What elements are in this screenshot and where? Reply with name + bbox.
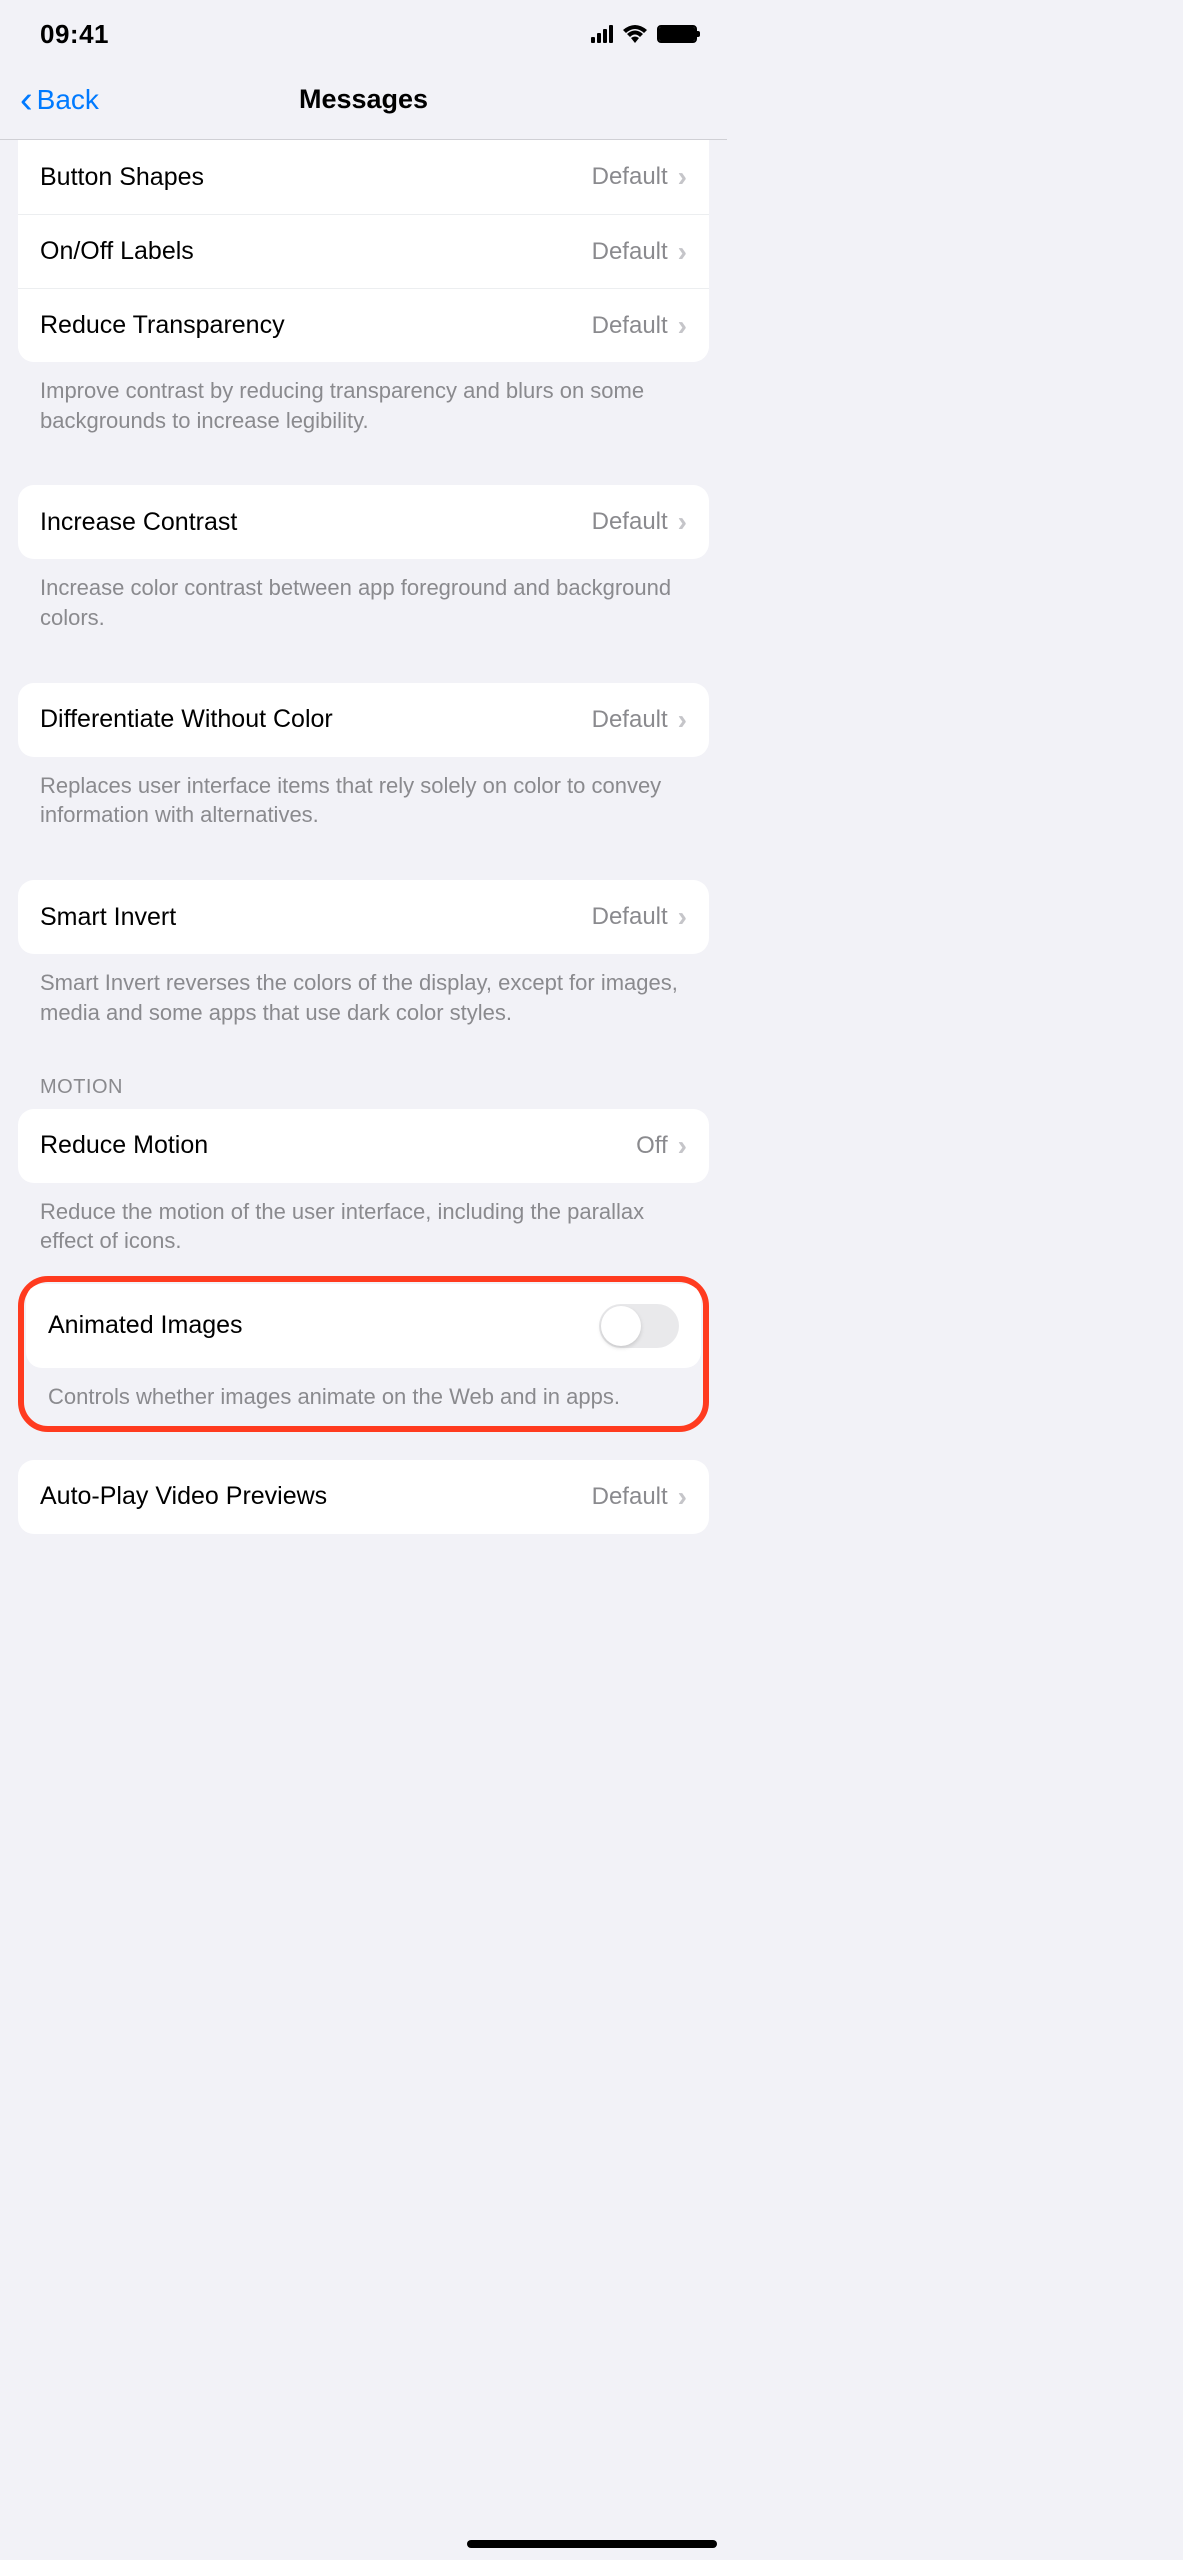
row-label: Smart Invert	[40, 903, 592, 932]
status-time: 09:41	[40, 19, 109, 50]
motion-header: MOTION	[18, 1032, 709, 1109]
home-indicator[interactable]	[467, 2540, 717, 2548]
chevron-right-icon: ›	[678, 161, 687, 193]
row-label: Button Shapes	[40, 163, 592, 192]
row-value: Default	[592, 1483, 668, 1511]
row-value: Off	[636, 1132, 668, 1160]
signal-icon	[591, 25, 613, 43]
status-icons	[591, 25, 697, 43]
chevron-right-icon: ›	[678, 1481, 687, 1513]
chevron-right-icon: ›	[678, 704, 687, 736]
status-bar: 09:41	[0, 0, 727, 60]
row-reduce-transparency[interactable]: Reduce Transparency Default ›	[18, 288, 709, 362]
row-label: Auto-Play Video Previews	[40, 1482, 592, 1511]
row-animated-images[interactable]: Animated Images	[26, 1284, 701, 1368]
differentiate-group: Differentiate Without Color Default ›	[18, 683, 709, 757]
row-value: Default	[592, 312, 668, 340]
row-value: Default	[592, 508, 668, 536]
page-title: Messages	[299, 84, 428, 115]
row-value: Default	[592, 903, 668, 931]
invert-group: Smart Invert Default ›	[18, 880, 709, 954]
autoplay-group: Auto-Play Video Previews Default ›	[18, 1460, 709, 1534]
row-reduce-motion[interactable]: Reduce Motion Off ›	[18, 1109, 709, 1183]
row-autoplay-video[interactable]: Auto-Play Video Previews Default ›	[18, 1460, 709, 1534]
highlight-annotation: Animated Images Controls whether images …	[18, 1276, 709, 1432]
group-footer: Increase color contrast between app fore…	[18, 559, 709, 636]
chevron-right-icon: ›	[678, 1130, 687, 1162]
group-footer: Improve contrast by reducing transparenc…	[18, 362, 709, 439]
chevron-right-icon: ›	[678, 506, 687, 538]
battery-icon	[657, 25, 697, 43]
row-label: Differentiate Without Color	[40, 705, 592, 734]
group-footer: Controls whether images animate on the W…	[26, 1368, 701, 1424]
display-group: Button Shapes Default › On/Off Labels De…	[18, 140, 709, 362]
contrast-group: Increase Contrast Default ›	[18, 485, 709, 559]
wifi-icon	[623, 25, 647, 43]
back-button[interactable]: ‹ Back	[20, 81, 99, 119]
row-onoff-labels[interactable]: On/Off Labels Default ›	[18, 214, 709, 288]
toggle-animated-images[interactable]	[599, 1304, 679, 1348]
row-label: Animated Images	[48, 1311, 599, 1340]
chevron-left-icon: ‹	[20, 81, 33, 119]
chevron-right-icon: ›	[678, 310, 687, 342]
animated-group: Animated Images	[26, 1284, 701, 1368]
nav-bar: ‹ Back Messages	[0, 60, 727, 140]
row-label: Increase Contrast	[40, 508, 592, 537]
row-label: Reduce Motion	[40, 1131, 636, 1160]
row-label: On/Off Labels	[40, 237, 592, 266]
back-label: Back	[37, 84, 99, 116]
group-footer: Smart Invert reverses the colors of the …	[18, 954, 709, 1031]
row-value: Default	[592, 238, 668, 266]
row-increase-contrast[interactable]: Increase Contrast Default ›	[18, 485, 709, 559]
chevron-right-icon: ›	[678, 901, 687, 933]
chevron-right-icon: ›	[678, 236, 687, 268]
toggle-knob	[601, 1306, 641, 1346]
row-button-shapes[interactable]: Button Shapes Default ›	[18, 140, 709, 214]
motion-group: Reduce Motion Off ›	[18, 1109, 709, 1183]
settings-content: Button Shapes Default › On/Off Labels De…	[0, 140, 727, 1558]
row-label: Reduce Transparency	[40, 311, 592, 340]
group-footer: Reduce the motion of the user interface,…	[18, 1183, 709, 1260]
row-value: Default	[592, 706, 668, 734]
row-value: Default	[592, 163, 668, 191]
row-differentiate-color[interactable]: Differentiate Without Color Default ›	[18, 683, 709, 757]
row-smart-invert[interactable]: Smart Invert Default ›	[18, 880, 709, 954]
group-footer: Replaces user interface items that rely …	[18, 757, 709, 834]
